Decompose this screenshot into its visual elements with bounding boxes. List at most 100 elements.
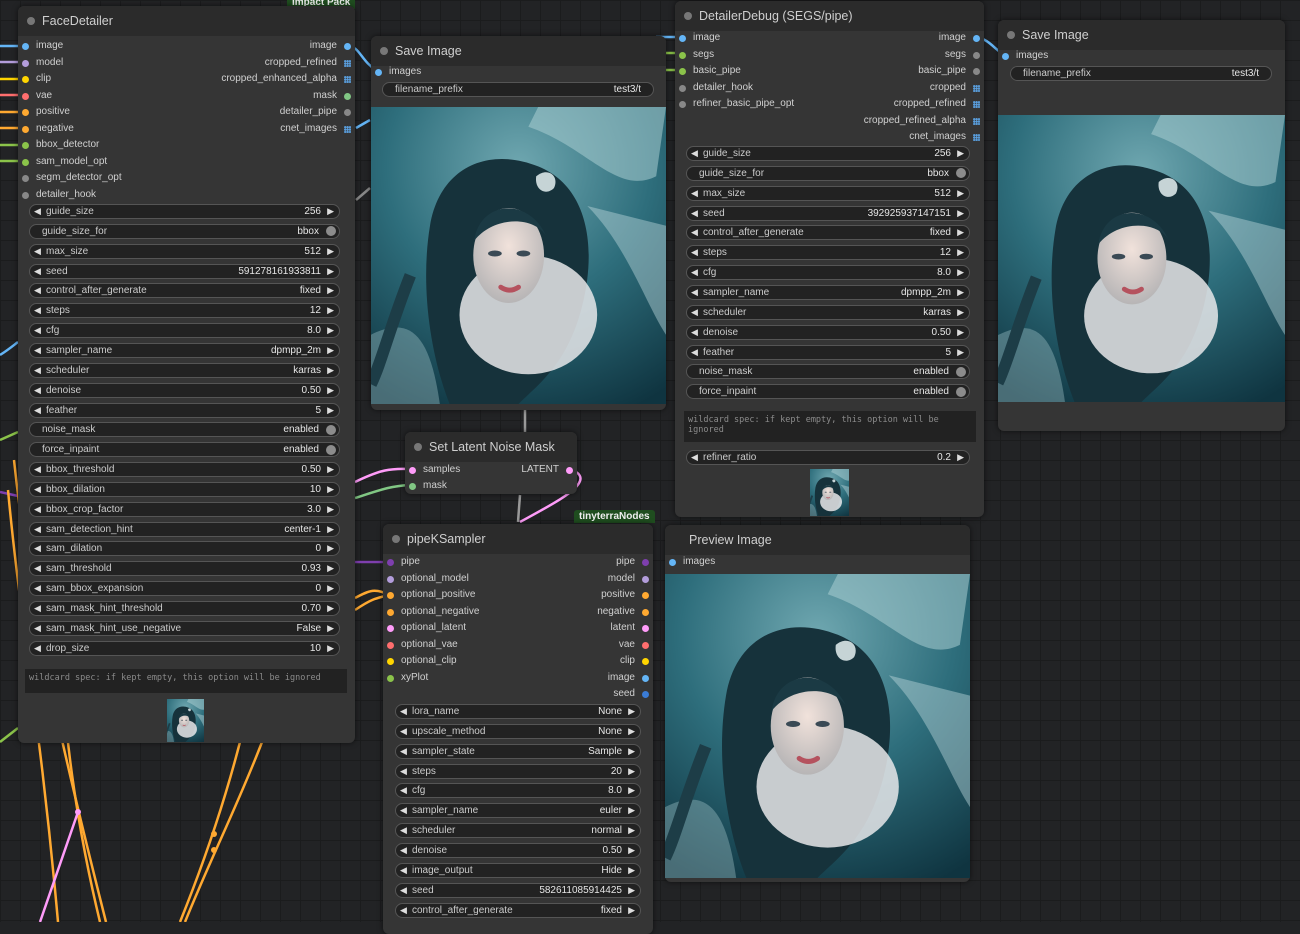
feather-widget[interactable]: ◀ feather 5 ▶ (29, 402, 340, 418)
increment-arrow-icon[interactable]: ▶ (327, 504, 334, 515)
cfg-widget[interactable]: ◀ cfg 8.0 ▶ (686, 265, 970, 281)
output-pin[interactable] (344, 125, 351, 133)
decrement-arrow-icon[interactable]: ◀ (400, 885, 407, 896)
latent-output-slot[interactable]: latent (611, 622, 649, 633)
output-pin[interactable] (973, 51, 980, 59)
increment-arrow-icon[interactable]: ▶ (327, 385, 334, 396)
model-input-slot[interactable]: model (22, 57, 63, 68)
input-pin[interactable] (387, 658, 394, 665)
negative-input-slot[interactable]: negative (22, 123, 74, 134)
seed-widget[interactable]: ◀ seed 392925937147151 ▶ (686, 205, 970, 221)
latent-node-title[interactable]: Set Latent Noise Mask (405, 432, 577, 462)
input-pin[interactable] (22, 43, 29, 50)
increment-arrow-icon[interactable]: ▶ (327, 484, 334, 495)
increment-arrow-icon[interactable]: ▶ (957, 227, 964, 238)
seed-output-slot[interactable]: seed (613, 688, 649, 699)
sam-mask-hint-use-negative-widget[interactable]: ◀ sam_mask_hint_use_negative False ▶ (29, 620, 340, 636)
input-pin[interactable] (387, 608, 394, 616)
samples-input-slot[interactable]: samples (409, 464, 460, 475)
mask-output-slot[interactable]: mask (313, 90, 351, 101)
detailer-hook-input-slot[interactable]: detailer_hook (22, 189, 96, 200)
seed-widget[interactable]: ◀ seed 582611085914425 ▶ (395, 882, 641, 898)
bbox-dilation-widget[interactable]: ◀ bbox_dilation 10 ▶ (29, 481, 340, 497)
input-pin[interactable] (22, 191, 29, 199)
filename-prefix-field[interactable]: filename_prefix test3/t (382, 82, 654, 97)
output-pin[interactable] (642, 674, 649, 682)
seed-widget[interactable]: ◀ seed 591278161933811 ▶ (29, 263, 340, 279)
images-input-slot[interactable]: images (1002, 50, 1048, 61)
sampler-name-widget[interactable]: ◀ sampler_name dpmpp_2m ▶ (29, 342, 340, 358)
basic-pipe-input-slot[interactable]: basic_pipe (679, 65, 741, 76)
output-pin[interactable] (973, 117, 980, 125)
decrement-arrow-icon[interactable]: ◀ (34, 206, 41, 217)
output-pin[interactable] (973, 101, 980, 108)
sam-dilation-widget[interactable]: ◀ sam_dilation 0 ▶ (29, 541, 340, 557)
guide-size-widget[interactable]: ◀ guide_size 256 ▶ (686, 146, 970, 161)
decrement-arrow-icon[interactable]: ◀ (34, 623, 41, 634)
decrement-arrow-icon[interactable]: ◀ (691, 287, 698, 298)
collapse-dot-icon[interactable] (380, 47, 388, 55)
decrement-arrow-icon[interactable]: ◀ (691, 188, 698, 199)
decrement-arrow-icon[interactable]: ◀ (34, 285, 41, 296)
image-output-widget[interactable]: ◀ image_output Hide ▶ (395, 862, 641, 878)
control-after-generate-widget[interactable]: ◀ control_after_generate fixed ▶ (686, 225, 970, 241)
segs-output-slot[interactable]: segs (945, 49, 980, 60)
cnet-images-output-slot[interactable]: cnet_images (280, 123, 351, 134)
input-pin[interactable] (679, 51, 686, 59)
segs-input-slot[interactable]: segs (679, 49, 714, 60)
input-pin[interactable] (22, 92, 29, 100)
lora-name-widget[interactable]: ◀ lora_name None ▶ (395, 704, 641, 719)
decrement-arrow-icon[interactable]: ◀ (691, 208, 698, 219)
input-pin[interactable] (387, 559, 394, 566)
decrement-arrow-icon[interactable]: ◀ (691, 452, 698, 463)
feather-widget[interactable]: ◀ feather 5 ▶ (686, 344, 970, 360)
bbox-crop-factor-widget[interactable]: ◀ bbox_crop_factor 3.0 ▶ (29, 501, 340, 517)
decrement-arrow-icon[interactable]: ◀ (34, 345, 41, 356)
increment-arrow-icon[interactable]: ▶ (628, 785, 635, 796)
bbox-detector-input-slot[interactable]: bbox_detector (22, 139, 99, 150)
output-pin[interactable] (642, 641, 649, 649)
increment-arrow-icon[interactable]: ▶ (327, 266, 334, 277)
decrement-arrow-icon[interactable]: ◀ (400, 785, 407, 796)
toggle-knob[interactable] (956, 386, 966, 397)
collapse-dot-icon[interactable] (684, 12, 692, 20)
decrement-arrow-icon[interactable]: ◀ (691, 267, 698, 278)
scheduler-widget[interactable]: ◀ scheduler normal ▶ (395, 823, 641, 839)
set-latent-noise-mask-node[interactable]: Set Latent Noise Mask samples mask LATEN… (405, 432, 577, 494)
increment-arrow-icon[interactable]: ▶ (628, 845, 635, 856)
filename-prefix-field[interactable]: filename_prefix test3/t (1010, 66, 1272, 81)
decrement-arrow-icon[interactable]: ◀ (34, 365, 41, 376)
refiner-basic-pipe-opt-input-slot[interactable]: refiner_basic_pipe_opt (679, 98, 794, 109)
input-pin[interactable] (679, 101, 686, 108)
image-input-slot[interactable]: image (22, 40, 63, 51)
output-pin[interactable] (642, 575, 649, 583)
pipe-ksampler-node[interactable]: pipeKSampler pipe optional_model optional_… (383, 524, 653, 934)
increment-arrow-icon[interactable]: ▶ (957, 208, 964, 219)
noise-mask-widget[interactable]: noise_mask enabled (29, 422, 340, 438)
collapse-dot-icon[interactable] (392, 535, 400, 543)
cnet-images-output-slot[interactable]: cnet_images (909, 131, 980, 142)
output-pin[interactable] (642, 592, 649, 599)
upscale-method-widget[interactable]: ◀ upscale_method None ▶ (395, 723, 641, 739)
vae-input-slot[interactable]: vae (22, 90, 52, 101)
increment-arrow-icon[interactable]: ▶ (957, 327, 964, 338)
decrement-arrow-icon[interactable]: ◀ (34, 266, 41, 277)
segm-detector-opt-input-slot[interactable]: segm_detector_opt (22, 172, 122, 183)
increment-arrow-icon[interactable]: ▶ (628, 746, 635, 757)
increment-arrow-icon[interactable]: ▶ (327, 305, 334, 316)
detailer-debug-node[interactable]: DetailerDebug (SEGS/pipe) wildcard spec:… (675, 1, 984, 517)
sam-model-opt-input-slot[interactable]: sam_model_opt (22, 156, 107, 167)
sam-mask-hint-threshold-widget[interactable]: ◀ sam_mask_hint_threshold 0.70 ▶ (29, 601, 340, 616)
face-detailer-node[interactable]: FaceDetailer wildcard spec: if kept empt… (18, 6, 355, 743)
decrement-arrow-icon[interactable]: ◀ (34, 504, 41, 515)
collapse-dot-icon[interactable] (1007, 31, 1015, 39)
increment-arrow-icon[interactable]: ▶ (957, 307, 964, 318)
steps-widget[interactable]: ◀ steps 20 ▶ (395, 763, 641, 779)
input-pin[interactable] (1002, 53, 1009, 60)
optional-positive-input-slot[interactable]: optional_positive (387, 589, 476, 600)
optional-latent-input-slot[interactable]: optional_latent (387, 622, 466, 633)
decrement-arrow-icon[interactable]: ◀ (691, 148, 698, 159)
scheduler-widget[interactable]: ◀ scheduler karras ▶ (29, 362, 340, 378)
input-pin[interactable] (375, 69, 382, 76)
input-pin[interactable] (22, 59, 29, 67)
